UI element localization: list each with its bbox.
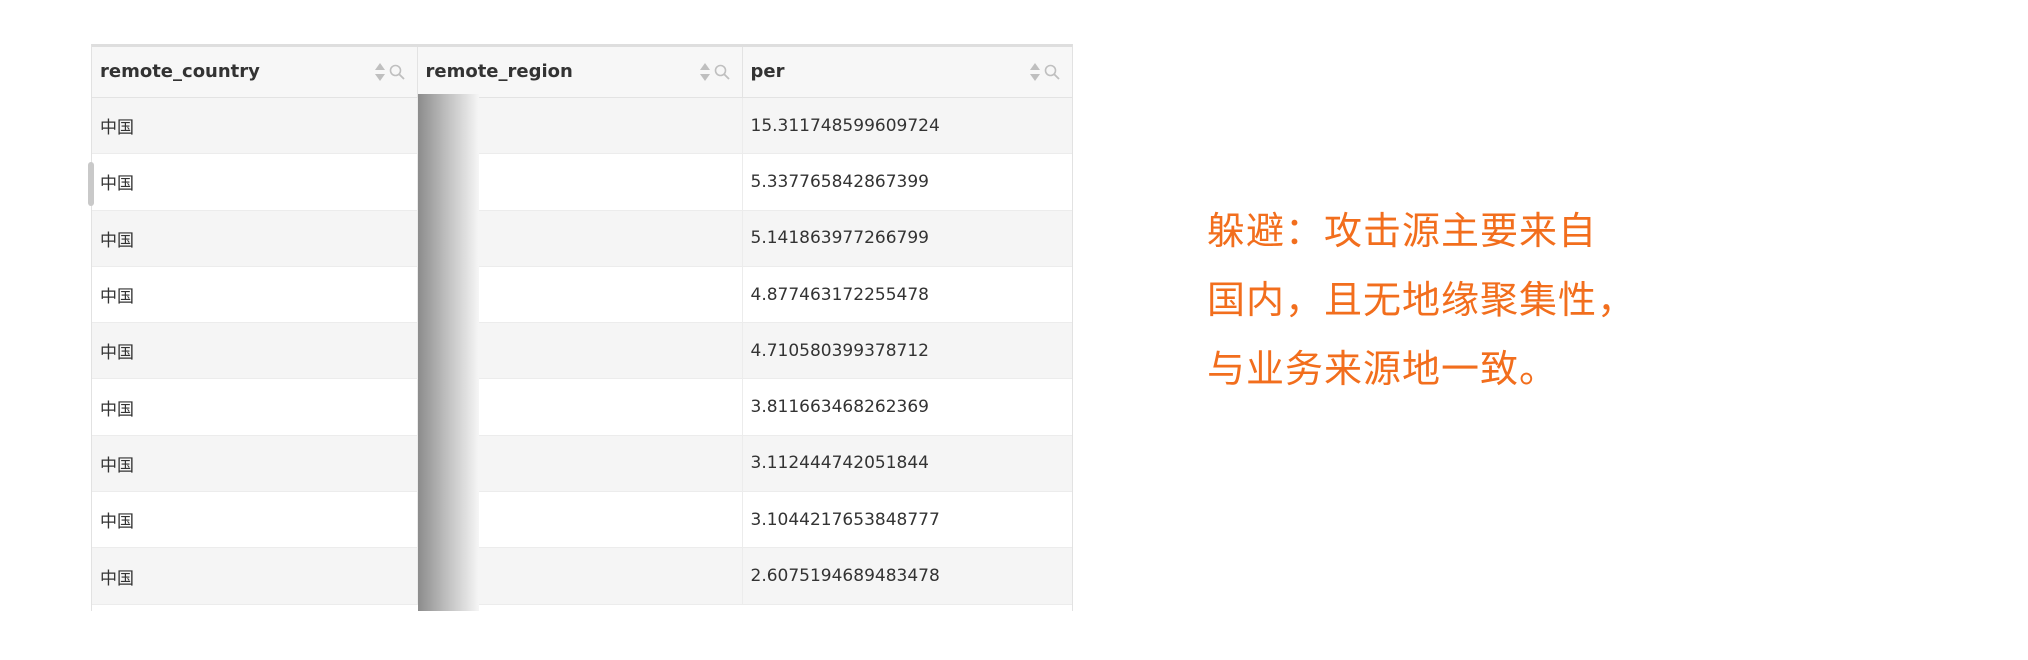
cell-per: 3.1044217653848777 [742,491,1072,549]
search-icon[interactable] [714,64,730,85]
annotation-line: 躲避：攻击源主要来自 [1207,209,1598,253]
table-row[interactable]: 中国 4.877463172255478 [92,266,1072,324]
cell-per: 4.877463172255478 [742,266,1072,324]
cell-remote-country: 中国 [92,435,418,493]
table-header-row: remote_country remote_region per [92,47,1072,98]
search-icon[interactable] [389,64,405,85]
cell-per: 3.112444742051844 [742,435,1072,493]
cell-remote-country: 中国 [92,378,418,436]
cell-per: 5.141863977266799 [742,210,1072,267]
column-header-remote-region[interactable]: remote_region [417,47,743,98]
cell-remote-country: 中国 [92,547,418,605]
annotation-line: 国内，且无地缘聚集性， [1207,278,1637,322]
table-row[interactable]: 中国 3.112444742051844 [92,435,1072,493]
cell-remote-country: 中国 [92,97,418,155]
column-header-label: remote_region [425,61,573,82]
sort-icon[interactable] [1029,61,1041,88]
table-row[interactable]: 中国 3.1044217653848777 [92,491,1072,549]
column-header-label: per [750,61,785,82]
table-row[interactable]: 中国 5.141863977266799 [92,210,1072,267]
table-row[interactable]: 中国 5.337765842867399 [92,153,1072,211]
table-row[interactable]: 中国 15.311748599609724 [92,97,1072,155]
cell-remote-country: 中国 [92,491,418,549]
cell-per: 2.6075194689483478 [742,547,1072,605]
sort-icon[interactable] [374,61,386,88]
row-resize-handle[interactable] [88,162,94,206]
cell-per: 4.710580399378712 [742,322,1072,380]
cell-per: 5.337765842867399 [742,153,1072,211]
cell-remote-country: 中国 [92,210,418,267]
cell-remote-country: 中国 [92,153,418,211]
cell-per: 3.811663468262369 [742,378,1072,436]
data-table: remote_country remote_region per 中国 15.3… [91,44,1073,611]
table-row[interactable]: 中国 2.6075194689483478 [92,547,1072,605]
column-header-label: remote_country [100,61,260,82]
annotation-line: 与业务来源地一致。 [1207,347,1559,391]
sort-icon[interactable] [699,61,711,88]
column-header-per[interactable]: per [742,47,1072,98]
search-icon[interactable] [1044,64,1060,85]
redacted-region-overlay [418,94,479,611]
cell-remote-country: 中国 [92,266,418,324]
cell-remote-country: 中国 [92,322,418,380]
cell-per: 15.311748599609724 [742,97,1072,155]
table-row[interactable]: 中国 4.710580399378712 [92,322,1072,380]
table-row[interactable]: 中国 3.811663468262369 [92,378,1072,436]
screenshot-canvas: remote_country remote_region per 中国 15.3… [0,0,2028,660]
column-header-remote-country[interactable]: remote_country [92,47,418,98]
annotation-note: 躲避：攻击源主要来自 国内，且无地缘聚集性， 与业务来源地一致。 [1207,197,1636,404]
